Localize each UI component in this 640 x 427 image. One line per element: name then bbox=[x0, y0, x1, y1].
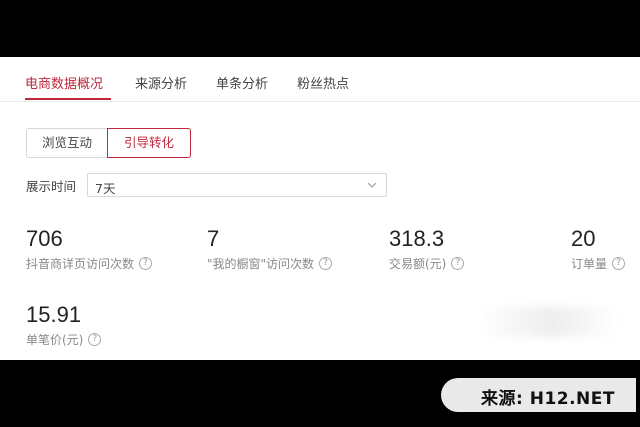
metric-label: 交易额(元) bbox=[389, 257, 447, 271]
metric-value: 7 bbox=[207, 226, 220, 251]
segment-guide-conversion[interactable]: 引导转化 bbox=[107, 128, 191, 158]
metric-value: 706 bbox=[26, 226, 63, 251]
help-icon[interactable]: ? bbox=[139, 257, 153, 270]
metric-transaction-amount: 318.3 交易额(元) ? bbox=[389, 226, 465, 272]
time-range-label: 展示时间 bbox=[26, 179, 77, 194]
chevron-down-icon bbox=[367, 182, 377, 188]
segment-browse-interact[interactable]: 浏览互动 bbox=[26, 128, 108, 158]
metric-value: 15.91 bbox=[26, 302, 82, 327]
watermark-text: 来源: H12.NET bbox=[481, 389, 615, 409]
tab-fan-hotspots[interactable]: 粉丝热点 bbox=[297, 73, 349, 92]
metric-showcase-visits: 7 "我的橱窗"访问次数 ? bbox=[207, 226, 333, 272]
tab-single-item-analysis[interactable]: 单条分析 bbox=[216, 73, 268, 92]
help-icon[interactable]: ? bbox=[88, 333, 102, 346]
time-range-value: 7天 bbox=[95, 181, 116, 196]
help-icon[interactable]: ? bbox=[451, 257, 465, 270]
metric-value: 20 bbox=[571, 226, 596, 251]
active-tab-underline bbox=[25, 98, 111, 100]
tab-source-analysis[interactable]: 来源分析 bbox=[135, 73, 187, 92]
metric-label: "我的橱窗"访问次数 bbox=[207, 257, 315, 271]
segment-control: 浏览互动 引导转化 bbox=[26, 128, 191, 158]
metric-product-page-visits: 706 抖音商详页访问次数 ? bbox=[26, 226, 153, 272]
metric-value: 318.3 bbox=[389, 226, 445, 251]
tab-bar: 电商数据概况 来源分析 单条分析 粉丝热点 bbox=[0, 57, 640, 102]
help-icon[interactable]: ? bbox=[612, 257, 626, 270]
metric-label: 单笔价(元) bbox=[26, 333, 84, 347]
source-watermark: 来源: H12.NET bbox=[441, 378, 636, 412]
tab-ecommerce-overview[interactable]: 电商数据概况 bbox=[25, 73, 103, 92]
time-range-select[interactable]: 7天 bbox=[87, 173, 387, 197]
blurred-region bbox=[480, 307, 620, 337]
help-icon[interactable]: ? bbox=[319, 257, 333, 270]
metric-order-count: 20 订单量 ? bbox=[571, 226, 626, 272]
metric-label: 订单量 bbox=[571, 257, 608, 271]
analytics-panel: 电商数据概况 来源分析 单条分析 粉丝热点 浏览互动 引导转化 展示时间 7天 … bbox=[0, 57, 640, 360]
metric-label: 抖音商详页访问次数 bbox=[26, 257, 135, 271]
metric-unit-price: 15.91 单笔价(元) ? bbox=[26, 302, 102, 348]
